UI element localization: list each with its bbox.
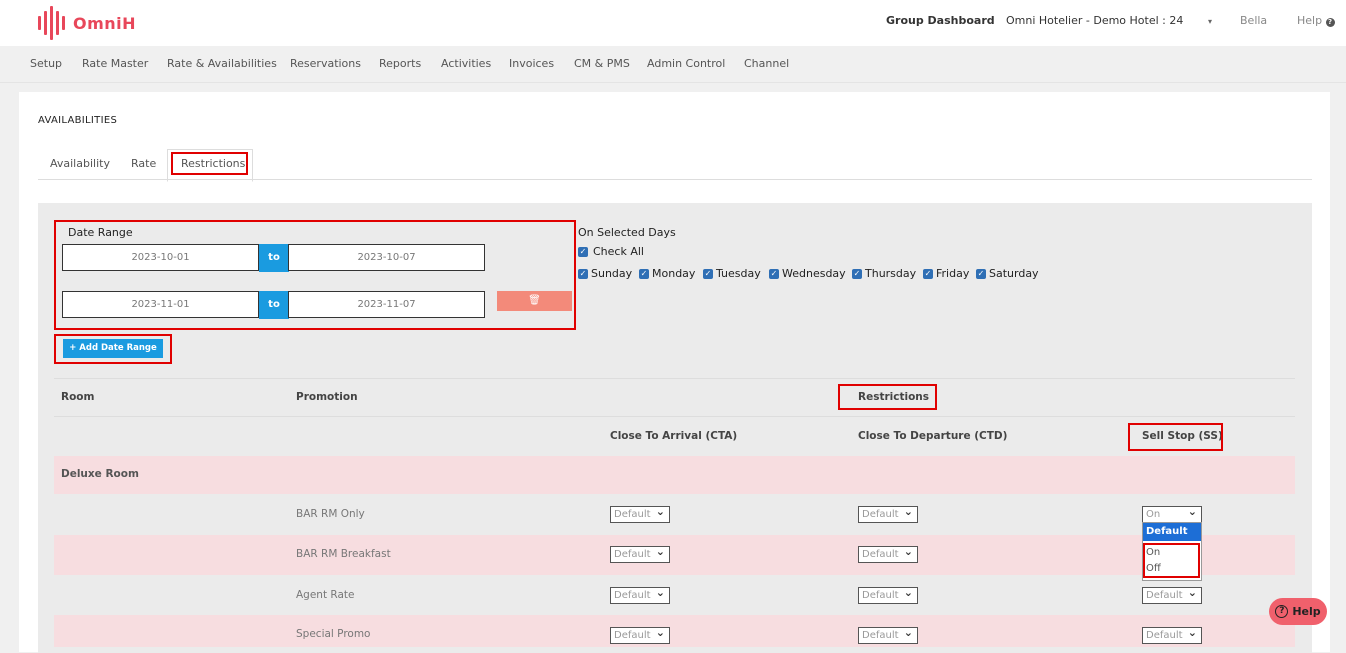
- chevron-down-icon[interactable]: ▾: [1208, 17, 1212, 26]
- main-nav: Setup Rate Master Rate & Availabilities …: [0, 46, 1346, 83]
- nav-setup[interactable]: Setup: [30, 57, 62, 70]
- nav-invoices[interactable]: Invoices: [509, 57, 554, 70]
- day-label: Monday: [652, 267, 696, 280]
- highlight-on-off-options: [1143, 543, 1200, 578]
- tab-rate[interactable]: Rate: [131, 157, 156, 170]
- ctd-select[interactable]: Default: [858, 585, 918, 604]
- question-circle-icon: ?: [1275, 605, 1289, 618]
- brand-logo[interactable]: OmniH: [38, 6, 136, 40]
- nav-reservations[interactable]: Reservations: [290, 57, 361, 70]
- page-title: AVAILABILITIES: [38, 115, 118, 126]
- day-wednesday-checkbox[interactable]: ✓ Wednesday: [769, 267, 846, 280]
- checkbox-checked-icon: ✓: [976, 268, 986, 279]
- nav-cm-pms[interactable]: CM & PMS: [574, 57, 630, 70]
- tabs-divider: [38, 179, 1312, 180]
- highlight-add-range: [54, 334, 172, 364]
- ctd-select[interactable]: Default: [858, 625, 918, 644]
- nav-admin-control[interactable]: Admin Control: [647, 57, 725, 70]
- logo-bars-icon: [38, 6, 65, 40]
- nav-channel[interactable]: Channel: [744, 57, 789, 70]
- help-link[interactable]: Help ?: [1297, 14, 1335, 27]
- day-label: Sunday: [591, 267, 633, 280]
- group-dashboard-link[interactable]: Group Dashboard: [886, 14, 995, 27]
- help-fab-button[interactable]: ? Help: [1269, 598, 1327, 625]
- nav-rate-master[interactable]: Rate Master: [82, 57, 148, 70]
- checkbox-checked-icon: ✓: [852, 268, 862, 279]
- col-cta: Close To Arrival (CTA): [610, 430, 738, 442]
- check-all-checkbox[interactable]: ✓ Check All: [578, 245, 644, 258]
- cta-select[interactable]: Default: [610, 544, 670, 563]
- day-thursday-checkbox[interactable]: ✓ Thursday: [852, 267, 916, 280]
- checkbox-checked-icon: ✓: [639, 268, 649, 279]
- option-default[interactable]: Default: [1143, 523, 1201, 541]
- ctd-select[interactable]: Default: [858, 504, 918, 523]
- col-room: Room: [61, 391, 95, 403]
- day-tuesday-checkbox[interactable]: ✓ Tuesday: [703, 267, 761, 280]
- promotion-name: BAR RM Breakfast: [296, 548, 391, 560]
- day-monday-checkbox[interactable]: ✓ Monday: [639, 267, 695, 280]
- col-ctd: Close To Departure (CTD): [858, 430, 1008, 442]
- selected-days-label: On Selected Days: [578, 226, 676, 239]
- hotel-select[interactable]: Omni Hotelier - Demo Hotel : 24: [1006, 14, 1183, 27]
- sell-stop-select[interactable]: Default: [1142, 585, 1202, 604]
- day-saturday-checkbox[interactable]: ✓ Saturday: [976, 267, 1039, 280]
- checkbox-checked-icon: ✓: [769, 268, 779, 279]
- table-top-rule: [54, 378, 1295, 379]
- nav-activities[interactable]: Activities: [441, 57, 491, 70]
- day-label: Thursday: [865, 267, 917, 280]
- brand-name: OmniH: [73, 13, 137, 33]
- promotion-name: BAR RM Only: [296, 508, 365, 520]
- day-label: Saturday: [989, 267, 1039, 280]
- promotion-name: Special Promo: [296, 628, 371, 640]
- table-header-rule: [54, 416, 1295, 417]
- day-label: Wednesday: [782, 267, 846, 280]
- day-friday-checkbox[interactable]: ✓ Friday: [923, 267, 969, 280]
- highlight-sell-stop: [1128, 423, 1223, 451]
- highlight-date-range: [54, 220, 576, 330]
- sell-stop-select[interactable]: Default: [1142, 625, 1202, 644]
- checkbox-checked-icon: ✓: [578, 268, 588, 279]
- table-row: [54, 615, 1295, 647]
- promotion-name: Agent Rate: [296, 589, 355, 601]
- col-promotion: Promotion: [296, 391, 358, 403]
- highlight-restrictions-tab: [171, 152, 248, 175]
- day-label: Tuesday: [716, 267, 761, 280]
- checkbox-checked-icon: ✓: [578, 246, 588, 257]
- help-link-label: Help: [1297, 14, 1323, 27]
- day-sunday-checkbox[interactable]: ✓ Sunday: [578, 267, 632, 280]
- top-bar: OmniH Group Dashboard Omni Hotelier - De…: [0, 0, 1346, 46]
- checkbox-checked-icon: ✓: [923, 268, 933, 279]
- room-group-row: [54, 456, 1295, 494]
- tab-availability[interactable]: Availability: [50, 157, 110, 170]
- cta-select[interactable]: Default: [610, 585, 670, 604]
- nav-rate-availabilities[interactable]: Rate & Availabilities: [167, 57, 277, 70]
- table-row: [54, 535, 1295, 575]
- help-fab-label: Help: [1292, 605, 1321, 618]
- ctd-select[interactable]: Default: [858, 544, 918, 563]
- sell-stop-select-open[interactable]: On: [1142, 504, 1202, 523]
- room-name: Deluxe Room: [61, 468, 139, 480]
- nav-reports[interactable]: Reports: [379, 57, 421, 70]
- user-menu[interactable]: Bella: [1240, 14, 1267, 27]
- cta-select[interactable]: Default: [610, 504, 670, 523]
- highlight-restrictions-header: [838, 384, 937, 410]
- cta-select[interactable]: Default: [610, 625, 670, 644]
- check-all-label: Check All: [593, 245, 644, 258]
- checkbox-checked-icon: ✓: [703, 268, 713, 279]
- day-label: Friday: [936, 267, 970, 280]
- question-circle-icon: ?: [1325, 18, 1335, 27]
